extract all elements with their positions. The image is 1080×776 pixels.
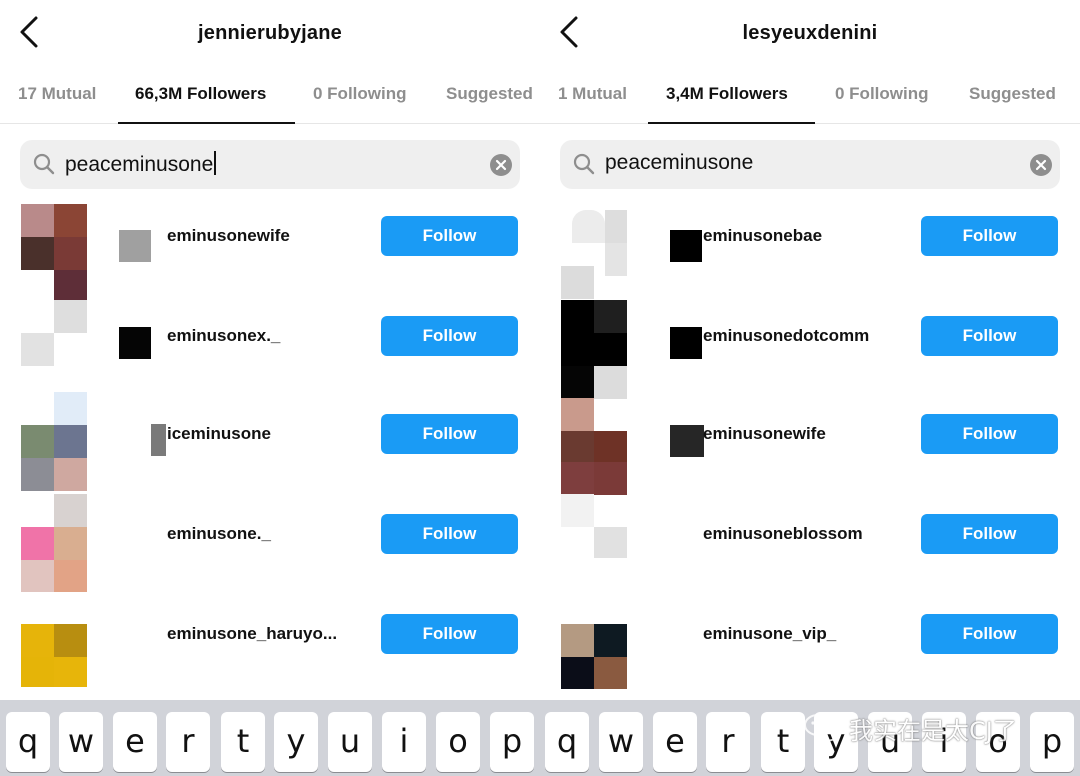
follow-button[interactable]: Follow [921,216,1058,256]
follow-button[interactable]: Follow [381,614,518,654]
tab-mutual[interactable]: 17 Mutual [18,84,96,104]
profile-title: jennierubyjane [198,22,342,44]
key-t[interactable]: t [761,712,805,772]
avatar [21,494,87,592]
follow-button[interactable]: Follow [921,614,1058,654]
key-p[interactable]: p [490,712,534,772]
follow-button[interactable]: Follow [921,414,1058,454]
username[interactable]: eminusonewife [703,424,826,444]
profile-title: lesyeuxdenini [742,22,878,44]
avatar [21,200,87,300]
key-w[interactable]: w [599,712,643,772]
list-item[interactable]: eminusone_vip_ Follow [540,592,1080,692]
list-item[interactable]: eminusonewife Follow [540,392,1080,495]
tab-following[interactable]: 0 Following [835,84,929,104]
username[interactable]: eminusone_vip_ [703,624,836,644]
tab-followers[interactable]: 66,3M Followers [135,84,266,104]
avatar [21,598,87,687]
left-panel: jennierubyjane 17 Mutual 66,3M Followers… [0,0,540,700]
username[interactable]: eminusone._ [167,524,271,544]
right-panel: lesyeuxdenini 1 Mutual 3,4M Followers 0 … [540,0,1080,700]
key-r[interactable]: r [706,712,750,772]
follow-button[interactable]: Follow [381,514,518,554]
list-item[interactable]: eminusone_haruyo... Follow [0,592,540,692]
follow-tabs: 1 Mutual 3,4M Followers 0 Following Sugg… [540,72,1080,124]
list-item[interactable]: iceminusone Follow [0,392,540,492]
search-field[interactable]: peaceminusone [20,140,520,189]
watermark: 我实在是太CJ了 [803,708,1017,748]
watermark-text: 我实在是太CJ了 [849,716,1017,745]
list-item[interactable]: eminusonedotcomm Follow [540,294,1080,399]
tab-following[interactable]: 0 Following [313,84,407,104]
avatar [21,300,87,388]
username[interactable]: eminusonex._ [167,326,280,346]
avatar [561,200,627,299]
avatar [561,494,627,586]
key-o[interactable]: o [436,712,480,772]
search-input[interactable]: peaceminusone [65,151,217,177]
pixelated-thumbnail [119,230,151,262]
pixelated-thumbnail [151,424,166,456]
key-u[interactable]: u [328,712,372,772]
avatar [561,398,627,495]
username[interactable]: eminusoneblossom [703,524,863,544]
search-input[interactable]: peaceminusone [605,151,753,175]
wechat-icon [804,714,840,742]
search-icon [33,153,55,175]
active-tab-indicator [648,122,815,124]
username[interactable]: eminusone_haruyo... [167,624,337,644]
list-item[interactable]: eminusonewife Follow [0,194,540,300]
list-item[interactable]: eminusonebae Follow [540,194,1080,299]
tab-suggested[interactable]: Suggested [969,84,1056,104]
username[interactable]: iceminusone [167,424,271,444]
search-icon [573,153,595,175]
follow-button[interactable]: Follow [921,514,1058,554]
username[interactable]: eminusonewife [167,226,290,246]
tab-mutual[interactable]: 1 Mutual [558,84,627,104]
pixelated-thumbnail [670,230,702,262]
list-item[interactable]: eminusonex._ Follow [0,294,540,394]
follow-tabs: 17 Mutual 66,3M Followers 0 Following Su… [0,72,540,124]
key-w[interactable]: w [59,712,103,772]
clear-search-icon[interactable] [1030,154,1052,176]
avatar [561,300,627,399]
pixelated-thumbnail [119,327,151,359]
key-e[interactable]: e [653,712,697,772]
tab-suggested[interactable]: Suggested [446,84,533,104]
follow-button[interactable]: Follow [381,216,518,256]
username[interactable]: eminusonebae [703,226,822,246]
avatar [561,598,627,689]
key-t[interactable]: t [221,712,265,772]
text-cursor [214,151,217,175]
pixelated-thumbnail [670,327,702,359]
search-field[interactable]: peaceminusone [560,140,1060,189]
key-e[interactable]: e [113,712,157,772]
key-q[interactable]: q [545,712,589,772]
avatar [21,392,87,491]
list-item[interactable]: eminusoneblossom Follow [540,492,1080,592]
active-tab-indicator [118,122,295,124]
key-y[interactable]: y [274,712,318,772]
key-r[interactable]: r [166,712,210,772]
username[interactable]: eminusonedotcomm [703,326,869,346]
key-i[interactable]: i [382,712,426,772]
follow-button[interactable]: Follow [381,316,518,356]
clear-search-icon[interactable] [490,154,512,176]
key-p[interactable]: p [1030,712,1074,772]
key-q[interactable]: q [6,712,50,772]
follow-button[interactable]: Follow [921,316,1058,356]
pixelated-thumbnail [670,425,704,457]
follow-button[interactable]: Follow [381,414,518,454]
list-item[interactable]: eminusone._ Follow [0,492,540,592]
tab-followers[interactable]: 3,4M Followers [666,84,788,104]
